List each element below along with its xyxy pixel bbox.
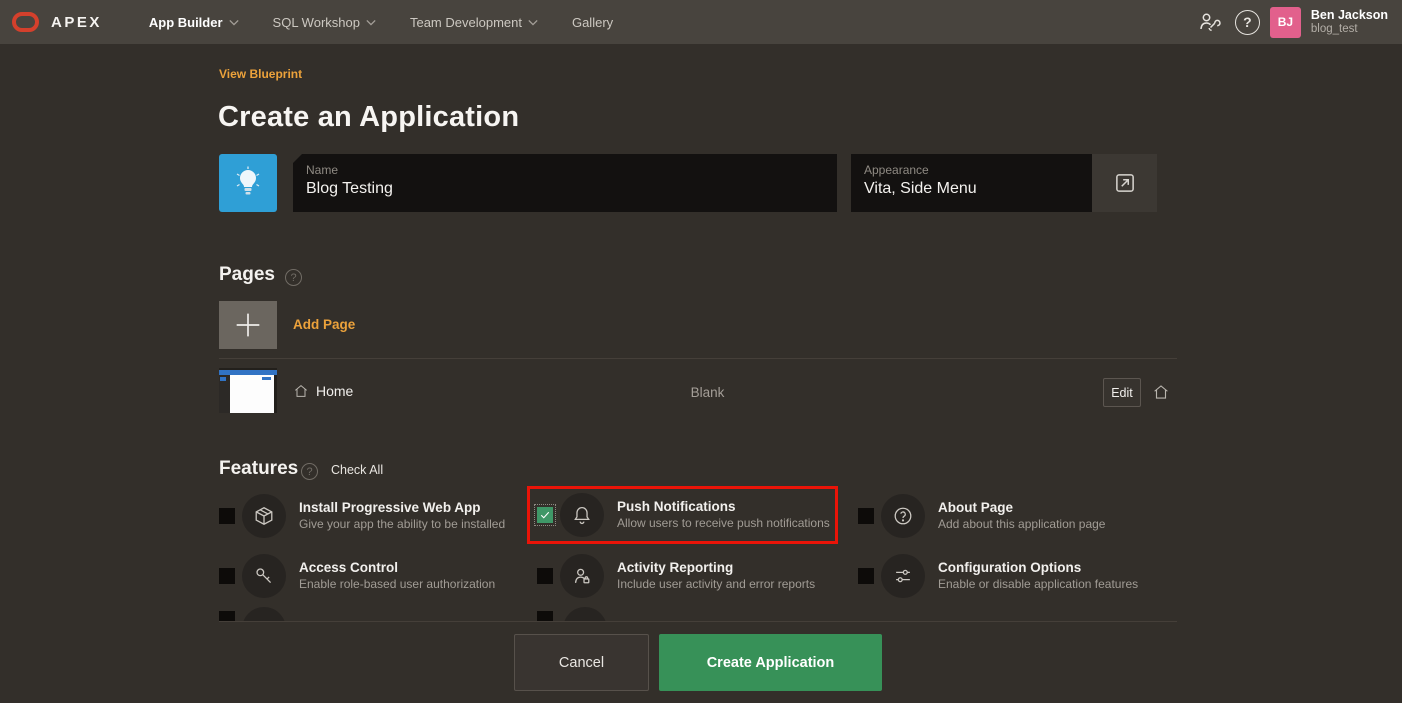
feature-text: Install Progressive Web App Give your ap… [299,499,505,533]
feature-description: Enable or disable application features [938,577,1138,593]
apex-create-application-page: APEX App Builder SQL Workshop Team Devel… [0,0,1402,703]
feature-text: Activity Reporting Include user activity… [617,559,815,593]
footer-divider [219,621,1177,622]
feature-description: Allow users to receive push notification… [617,516,830,532]
feature-description: Enable role-based user authorization [299,577,495,593]
wizard-footer: Cancel Create Application [0,621,1402,703]
help-icon[interactable]: ? [1235,10,1260,35]
feature-description: Include user activity and error reports [617,577,815,593]
page-row-type: Blank [640,385,775,400]
package-icon [242,494,286,538]
nav-item-app-builder[interactable]: App Builder [132,0,256,44]
feature-configuration-options[interactable]: Configuration Options Enable or disable … [858,549,1158,603]
pages-divider [219,358,1177,359]
app-icon-tile[interactable] [219,154,277,212]
feature-text: Configuration Options Enable or disable … [938,559,1138,593]
user-activity-icon [560,554,604,598]
popup-arrow-icon [1112,170,1138,196]
sliders-icon [881,554,925,598]
name-field-value: Blog Testing [306,180,825,198]
feature-install-pwa[interactable]: Install Progressive Web App Give your ap… [219,489,519,543]
chevron-down-icon [366,19,376,26]
user-info[interactable]: Ben Jackson blog_test [1311,8,1388,36]
thumbnail-accent [220,377,226,381]
thumbnail-body [230,375,274,413]
feature-text: Push Notifications Allow users to receiv… [617,498,830,532]
appearance-field-value: Vita, Side Menu [864,180,1080,198]
thumbnail-sidebar [219,375,230,413]
feature-text: Access Control Enable role-based user au… [299,559,495,593]
nav-item-label: SQL Workshop [273,15,360,30]
nav-item-label: Gallery [572,15,613,30]
thumbnail-header-accent [262,377,271,380]
nav-right-cluster: ? BJ Ben Jackson blog_test [1193,6,1402,38]
chevron-down-icon [229,19,239,26]
features-heading: Features [219,458,298,480]
pages-heading: Pages [219,264,275,286]
page-title: Create an Application [218,101,519,134]
user-name: Ben Jackson [1311,8,1388,22]
question-icon [881,494,925,538]
pages-help-icon[interactable]: ? [285,269,302,286]
cancel-button[interactable]: Cancel [514,634,649,691]
bell-icon [560,493,604,537]
plus-icon [231,308,265,342]
view-blueprint-link[interactable]: View Blueprint [219,67,302,81]
nav-item-label: Team Development [410,15,522,30]
add-page-tile[interactable] [219,301,277,349]
feature-checkbox-activity-reporting[interactable] [537,568,553,584]
feature-description: Add about this application page [938,517,1105,533]
key-icon [242,554,286,598]
feature-about-page[interactable]: About Page Add about this application pa… [858,489,1158,543]
nav-item-gallery[interactable]: Gallery [555,0,630,44]
feature-title: About Page [938,499,1105,517]
feature-checkbox-access-control[interactable] [219,568,235,584]
home-icon [293,383,309,399]
features-help-icon[interactable]: ? [301,463,318,480]
appearance-field[interactable]: Appearance Vita, Side Menu [851,154,1092,212]
feature-title: Install Progressive Web App [299,499,505,517]
feature-title: Access Control [299,559,495,577]
feature-title: Push Notifications [617,498,830,516]
page-row-home[interactable]: Home [293,383,353,399]
app-settings-row: Name Blog Testing Appearance Vita, Side … [219,154,1157,212]
nav-item-team-development[interactable]: Team Development [393,0,555,44]
chevron-down-icon [528,19,538,26]
oracle-logo-icon[interactable] [12,12,39,32]
user-avatar[interactable]: BJ [1270,7,1301,38]
check-icon [539,509,551,521]
add-page-link[interactable]: Add Page [293,317,355,332]
feature-activity-reporting[interactable]: Activity Reporting Include user activity… [537,549,837,603]
feature-checkbox-install-pwa[interactable] [219,508,235,524]
feature-push-notifications[interactable]: Push Notifications Allow users to receiv… [527,486,838,544]
apex-brand: APEX [51,14,102,31]
check-all-link[interactable]: Check All [331,463,383,477]
name-field[interactable]: Name Blog Testing [293,154,837,212]
feature-title: Configuration Options [938,559,1138,577]
edit-page-button[interactable]: Edit [1103,378,1141,407]
page-row-name: Home [316,383,353,399]
nav-item-sql-workshop[interactable]: SQL Workshop [256,0,393,44]
appearance-settings-button[interactable] [1092,154,1157,212]
feature-description: Give your app the ability to be installe… [299,517,505,533]
administration-icon[interactable] [1193,6,1225,38]
feature-checkbox-push-notifications[interactable] [537,507,553,523]
home-page-thumbnail[interactable] [219,368,277,413]
top-nav: APEX App Builder SQL Workshop Team Devel… [0,0,1402,44]
feature-title: Activity Reporting [617,559,815,577]
nav-item-label: App Builder [149,15,223,30]
workspace-name: blog_test [1311,23,1388,36]
feature-text: About Page Add about this application pa… [938,499,1105,533]
create-application-button[interactable]: Create Application [659,634,882,691]
feature-access-control[interactable]: Access Control Enable role-based user au… [219,549,519,603]
lightbulb-icon [233,166,263,200]
name-field-label: Name [306,163,825,177]
feature-checkbox-configuration-options[interactable] [858,568,874,584]
appearance-field-label: Appearance [864,163,1080,177]
feature-checkbox-about-page[interactable] [858,508,874,524]
home-page-indicator-icon [1152,383,1170,406]
